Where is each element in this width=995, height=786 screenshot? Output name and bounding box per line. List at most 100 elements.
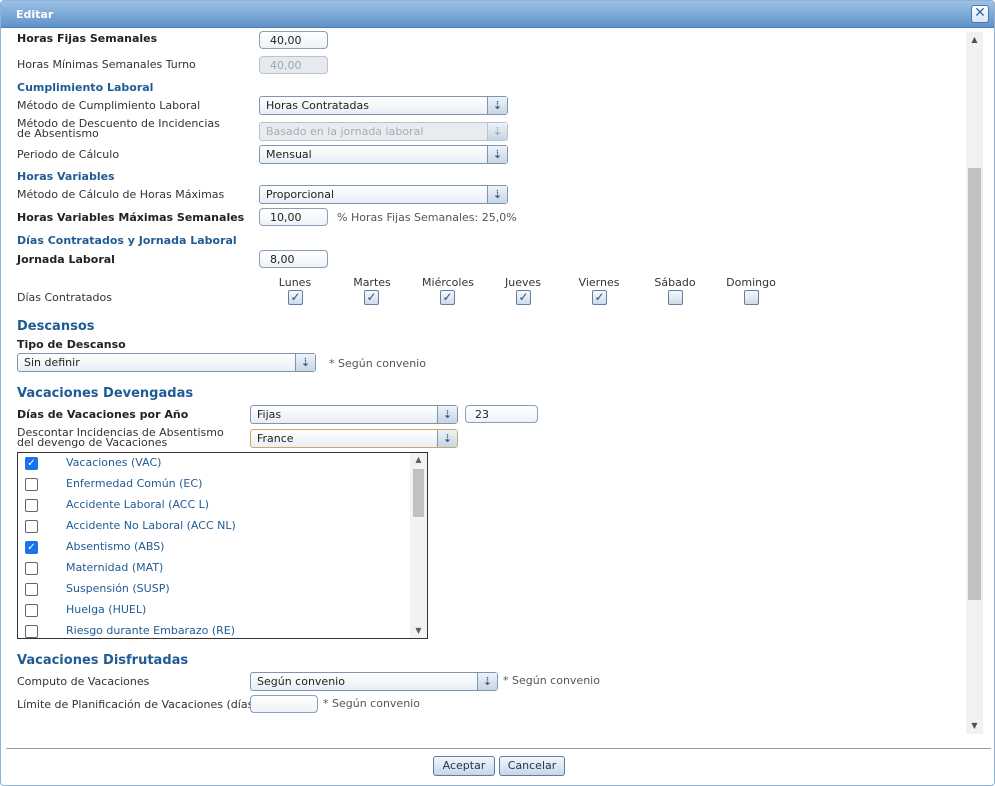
- day-label-miercoles: Miércoles: [422, 276, 474, 289]
- horas-variables-maximas-input[interactable]: 10,00: [259, 208, 328, 226]
- list-item-label: Vacaciones (VAC): [66, 456, 162, 469]
- scroll-up-icon[interactable]: ▲: [410, 453, 427, 467]
- list-item-checkbox[interactable]: [25, 562, 38, 575]
- list-item-checkbox[interactable]: [25, 478, 38, 491]
- periodo-calculo-select[interactable]: Mensual ⇣: [259, 145, 508, 164]
- list-item[interactable]: Enfermedad Común (EC): [18, 474, 410, 495]
- descontar-incidencias-label: Descontar Incidencias de Absentismo del …: [17, 426, 224, 449]
- horas-variables-section-title: Horas Variables: [17, 170, 115, 183]
- list-item-label: Huelga (HUEL): [66, 603, 147, 616]
- chevron-down-icon: ⇣: [487, 123, 507, 140]
- metodo-cumplimiento-label: Método de Cumplimiento Laboral: [17, 99, 201, 112]
- list-item-label: Suspensión (SUSP): [66, 582, 170, 595]
- metodo-cumplimiento-select[interactable]: Horas Contratadas ⇣: [259, 96, 508, 115]
- tipo-descanso-select[interactable]: Sin definir ⇣: [17, 353, 316, 372]
- list-item[interactable]: ✓ Vacaciones (VAC): [18, 453, 410, 474]
- tipo-descanso-note: * Según convenio: [329, 357, 426, 370]
- vacaciones-disfrutadas-section-title: Vacaciones Disfrutadas: [17, 653, 189, 668]
- metodo-descuento-value: Basado en la jornada laboral: [266, 125, 424, 138]
- periodo-calculo-value: Mensual: [266, 148, 312, 161]
- footer-divider: [6, 748, 991, 749]
- computo-vacaciones-label: Computo de Vacaciones: [17, 675, 150, 688]
- day-checkbox-miercoles[interactable]: ✓: [440, 290, 455, 305]
- form-scroll-thumb[interactable]: [968, 168, 981, 600]
- metodo-horas-maximas-select[interactable]: Proporcional ⇣: [259, 185, 508, 204]
- horas-fijas-input[interactable]: 40,00: [259, 31, 328, 49]
- day-label-domingo: Domingo: [726, 276, 776, 289]
- metodo-horas-maximas-value: Proporcional: [266, 188, 335, 201]
- list-item-checkbox[interactable]: [25, 604, 38, 617]
- computo-vacaciones-select[interactable]: Según convenio ⇣: [250, 672, 498, 691]
- list-item-checkbox[interactable]: [25, 583, 38, 596]
- list-item-checkbox[interactable]: ✓: [25, 541, 38, 554]
- chevron-down-icon[interactable]: ⇣: [295, 354, 315, 371]
- list-item-label: Accidente Laboral (ACC L): [66, 498, 210, 511]
- day-checkbox-domingo[interactable]: [744, 290, 759, 305]
- day-checkbox-lunes[interactable]: ✓: [288, 290, 303, 305]
- list-item[interactable]: Accidente Laboral (ACC L): [18, 495, 410, 516]
- dialog-titlebar[interactable]: Editar ✕: [1, 1, 994, 28]
- listbox-scrollbar[interactable]: ▲ ▼: [410, 453, 427, 638]
- list-item-label: Riesgo durante Embarazo (RE): [66, 624, 236, 637]
- computo-vacaciones-value: Según convenio: [257, 675, 345, 688]
- horas-fijas-label: Horas Fijas Semanales: [17, 32, 158, 45]
- list-item-checkbox[interactable]: [25, 625, 38, 638]
- chevron-down-icon[interactable]: ⇣: [477, 673, 497, 690]
- jornada-laboral-label: Jornada Laboral: [17, 253, 115, 266]
- day-label-viernes: Viernes: [578, 276, 620, 289]
- day-label-sabado: Sábado: [654, 276, 696, 289]
- list-item[interactable]: Maternidad (MAT): [18, 558, 410, 579]
- metodo-descuento-select: Basado en la jornada laboral ⇣: [259, 122, 508, 141]
- tipo-descanso-value: Sin definir: [24, 356, 80, 369]
- list-item-label: Absentismo (ABS): [66, 540, 165, 553]
- list-item[interactable]: Suspensión (SUSP): [18, 579, 410, 600]
- jornada-laboral-input[interactable]: 8,00: [259, 250, 328, 268]
- chevron-down-icon[interactable]: ⇣: [437, 430, 457, 447]
- list-item[interactable]: Accidente No Laboral (ACC NL): [18, 516, 410, 537]
- metodo-descuento-label: Método de Descuento de Incidencias de Ab…: [17, 117, 220, 140]
- limite-planificacion-input[interactable]: [250, 695, 318, 713]
- horas-minimas-label: Horas Mínimas Semanales Turno: [17, 58, 196, 71]
- horas-variables-maximas-label: Horas Variables Máximas Semanales: [17, 211, 245, 224]
- day-checkbox-jueves[interactable]: ✓: [516, 290, 531, 305]
- chevron-down-icon[interactable]: ⇣: [437, 406, 457, 423]
- list-item-checkbox[interactable]: [25, 499, 38, 512]
- dialog-title: Editar: [16, 8, 54, 21]
- listbox-scroll-thumb[interactable]: [413, 469, 424, 517]
- computo-vacaciones-note: * Según convenio: [503, 674, 600, 687]
- list-item[interactable]: Riesgo durante Embarazo (RE): [18, 621, 410, 638]
- descontar-incidencias-select[interactable]: France ⇣: [250, 429, 458, 448]
- day-checkbox-martes[interactable]: ✓: [364, 290, 379, 305]
- horas-fijas-percent-note: % Horas Fijas Semanales: 25,0%: [337, 211, 517, 224]
- limite-planificacion-label: Límite de Planificación de Vacaciones (d…: [17, 698, 258, 711]
- absentismo-listbox[interactable]: ✓ Vacaciones (VAC) Enfermedad Común (EC) …: [17, 452, 428, 639]
- dias-vacaciones-number-input[interactable]: 23: [465, 405, 538, 423]
- day-checkbox-viernes[interactable]: ✓: [592, 290, 607, 305]
- day-label-lunes: Lunes: [278, 276, 312, 289]
- day-label-martes: Martes: [353, 276, 391, 289]
- form-scrollbar[interactable]: ▲ ▼: [966, 32, 983, 734]
- descansos-section-title: Descansos: [17, 319, 95, 334]
- chevron-down-icon[interactable]: ⇣: [487, 146, 507, 163]
- chevron-down-icon[interactable]: ⇣: [487, 97, 507, 114]
- list-item-checkbox[interactable]: ✓: [25, 457, 38, 470]
- edit-dialog: Editar ✕ Horas Fijas Semanales 40,00 Hor…: [0, 0, 995, 786]
- list-item-checkbox[interactable]: [25, 520, 38, 533]
- limite-planificacion-note: * Según convenio: [323, 697, 420, 710]
- tipo-descanso-label: Tipo de Descanso: [17, 338, 126, 351]
- dias-vacaciones-select[interactable]: Fijas ⇣: [250, 405, 458, 424]
- list-item-label: Maternidad (MAT): [66, 561, 164, 574]
- close-icon[interactable]: ✕: [971, 5, 989, 23]
- list-item[interactable]: ✓ Absentismo (ABS): [18, 537, 410, 558]
- list-item-label: Enfermedad Común (EC): [66, 477, 203, 490]
- list-item[interactable]: Huelga (HUEL): [18, 600, 410, 621]
- chevron-down-icon[interactable]: ⇣: [487, 186, 507, 203]
- scroll-up-icon[interactable]: ▲: [966, 32, 983, 48]
- dias-vacaciones-label: Días de Vacaciones por Año: [17, 408, 189, 421]
- horas-minimas-input: 40,00: [259, 56, 328, 74]
- cancel-button[interactable]: Cancelar: [499, 756, 565, 776]
- day-checkbox-sabado[interactable]: [668, 290, 683, 305]
- accept-button[interactable]: Aceptar: [433, 756, 495, 776]
- scroll-down-icon[interactable]: ▼: [966, 718, 983, 734]
- scroll-down-icon[interactable]: ▼: [410, 624, 427, 638]
